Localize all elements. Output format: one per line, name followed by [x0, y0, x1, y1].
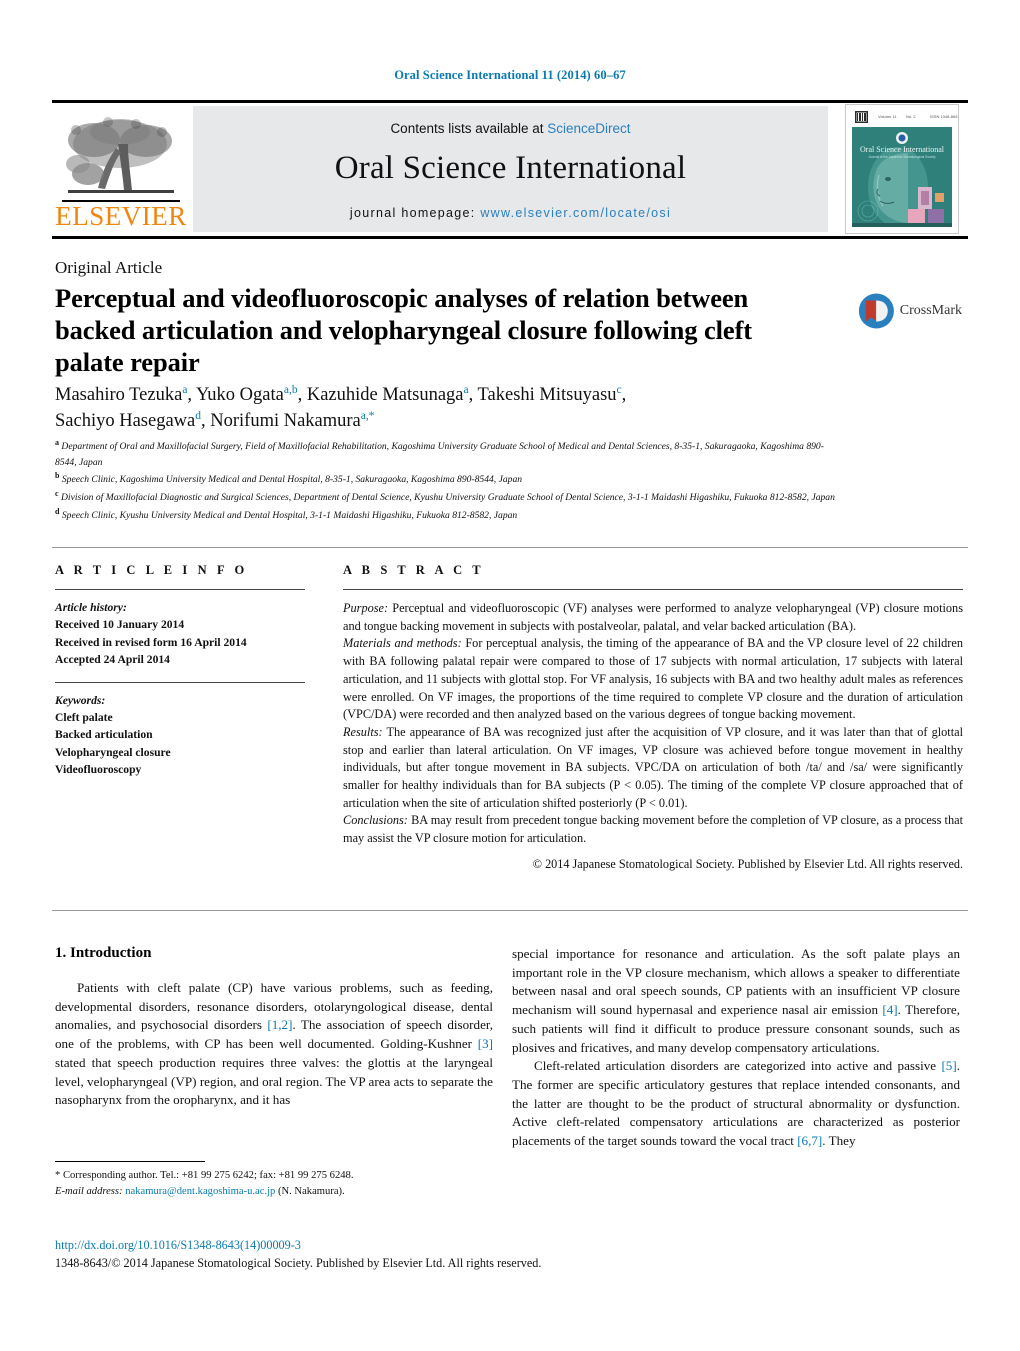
affiliation-item: b Speech Clinic, Kagoshima University Me… — [55, 470, 845, 488]
affiliation-text: Division of Maxillofacial Diagnostic and… — [60, 492, 835, 504]
affiliation-text: Speech Clinic, Kyushu University Medical… — [61, 509, 518, 521]
section-heading-introduction: 1. Introduction — [55, 945, 152, 961]
masthead-top-rule — [52, 100, 968, 103]
corresponding-author-footnote: * Corresponding author. Tel.: +81 99 275… — [55, 1168, 495, 1200]
abstract-rule — [343, 589, 963, 590]
article-type-label: Original Article — [55, 258, 163, 277]
doi-link[interactable]: http://dx.doi.org/10.1016/S1348-8643(14)… — [55, 1238, 301, 1253]
abstract-column: A B S T R A C T Purpose: Perceptual and … — [343, 563, 963, 873]
affiliation-label: b — [55, 471, 60, 481]
email-link[interactable]: nakamura@dent.kagoshima-u.ac.jp — [125, 1186, 275, 1197]
issn-copyright-line: 1348-8643/© 2014 Japanese Stomatological… — [55, 1256, 542, 1270]
svg-text:Volume 11: Volume 11 — [878, 114, 897, 119]
keyword-item: Velopharyngeal closure — [55, 745, 171, 759]
email-suffix: (N. Nakamura). — [275, 1185, 345, 1197]
corresponding-text: Corresponding author. Tel.: +81 99 275 6… — [60, 1170, 354, 1181]
journal-homepage-line: journal homepage: www.elsevier.com/locat… — [350, 206, 671, 220]
affiliation-text: Department of Oral and Maxillofacial Sur… — [55, 441, 824, 468]
article-info-heading: A R T I C L E I N F O — [55, 563, 248, 577]
corresponding-author-line: * Corresponding author. Tel.: +81 99 275… — [55, 1168, 495, 1184]
affiliation-list: a Department of Oral and Maxillofacial S… — [55, 437, 845, 523]
sciencedirect-link[interactable]: ScienceDirect — [547, 121, 630, 136]
abstract-methods: Materials and methods: For perceptual an… — [343, 635, 963, 724]
article-info-column: A R T I C L E I N F O Article history: R… — [55, 563, 305, 779]
abstract-conclusions-label: Conclusions: — [343, 813, 408, 828]
abstract-methods-label: Materials and methods: — [343, 636, 462, 651]
affiliation-label: c — [55, 488, 59, 498]
affiliation-label: d — [55, 506, 60, 516]
article-history-item: Received 10 January 2014 — [55, 618, 185, 632]
contents-prefix: Contents lists available at — [390, 120, 548, 136]
info-section-top-rule — [52, 547, 968, 548]
affiliation-item: d Speech Clinic, Kyushu University Medic… — [55, 506, 845, 524]
elsevier-logo: ELSEVIER — [55, 108, 187, 230]
author-list: Masahiro Tezukaa, Yuko Ogataa,b, Kazuhid… — [55, 382, 815, 435]
body-section-top-rule — [52, 910, 968, 911]
citation-ref[interactable]: [3] — [478, 1036, 493, 1051]
abstract-results-text: The appearance of BA was recognized just… — [343, 724, 963, 810]
crossmark-icon — [858, 293, 894, 329]
body-column-right: special importance for resonance and art… — [512, 945, 960, 1151]
body-column-left: 1. Introduction Patients with cleft pala… — [55, 945, 493, 1110]
email-line: E-mail address: nakamura@dent.kagoshima-… — [55, 1184, 495, 1200]
abstract-purpose: Purpose: Perceptual and videofluoroscopi… — [343, 600, 963, 635]
abstract-results-label: Results: — [343, 724, 383, 739]
svg-text:Oral Science International: Oral Science International — [860, 145, 945, 154]
journal-title: Oral Science International — [334, 149, 687, 186]
elsevier-wordmark: ELSEVIER — [55, 201, 187, 231]
abstract-heading: A B S T R A C T — [343, 563, 485, 577]
journal-masthead-band: Contents lists available at ScienceDirec… — [193, 106, 828, 232]
affiliation-item: a Department of Oral and Maxillofacial S… — [55, 437, 845, 470]
contents-available-line: Contents lists available at ScienceDirec… — [390, 121, 630, 136]
abstract-copyright: © 2014 Japanese Stomatological Society. … — [532, 856, 963, 871]
masthead-bottom-rule — [52, 236, 968, 239]
authors-line-2: Sachiyo Hasegawad, Norifumi Nakamuraa,* — [55, 410, 375, 432]
keywords-block: Keywords: Cleft palate Backed articulati… — [55, 692, 305, 779]
crossmark-label: CrossMark — [899, 303, 962, 318]
abstract-conclusions-text: BA may result from precedent tongue back… — [343, 813, 963, 846]
article-history-item: Accepted 24 April 2014 — [55, 653, 170, 667]
article-history-label: Article history: — [55, 601, 127, 614]
body-paragraph: special importance for resonance and art… — [512, 945, 960, 1057]
citation-ref[interactable]: [4] — [882, 1002, 897, 1017]
affiliation-label: a — [55, 438, 59, 447]
elsevier-tree-icon — [58, 114, 184, 202]
body-text: . They — [822, 1133, 856, 1149]
abstract-results: Results: The appearance of BA was recogn… — [343, 724, 963, 813]
svg-text:No. 2: No. 2 — [906, 114, 916, 119]
homepage-prefix: journal homepage: — [349, 205, 481, 220]
body-paragraph: Patients with cleft palate (CP) have var… — [55, 979, 493, 1110]
keywords-label: Keywords: — [55, 693, 106, 707]
keywords-rule — [55, 681, 305, 683]
svg-text:Journal of the Japanese Stomat: Journal of the Japanese Stomatological S… — [868, 155, 936, 159]
homepage-link[interactable]: www.elsevier.com/locate/osi — [480, 206, 671, 220]
article-title: Perceptual and videofluoroscopic analyse… — [55, 283, 753, 377]
article-info-rule — [55, 589, 305, 590]
body-text: Cleft-related articulation disorders are… — [534, 1058, 942, 1074]
svg-text:ISSN 1348-8643: ISSN 1348-8643 — [930, 114, 958, 119]
citation-ref[interactable]: [5] — [941, 1058, 956, 1073]
journal-cover-thumbnail: Volume 11 No. 2 ISSN 1348-8643 Oral Scie… — [845, 104, 959, 234]
article-history-block: Article history: Received 10 January 201… — [55, 599, 305, 669]
crossmark-badge[interactable]: CrossMark — [858, 280, 962, 342]
authors-line-1: Masahiro Tezukaa, Yuko Ogataa,b, Kazuhid… — [55, 384, 627, 406]
body-text: stated that speech production requires t… — [55, 1054, 493, 1108]
paper-page: Oral Science International 11 (2014) 60–… — [0, 0, 1020, 1351]
abstract-purpose-text: Perceptual and videofluoroscopic (VF) an… — [343, 601, 963, 633]
affiliation-text: Speech Clinic, Kagoshima University Medi… — [61, 474, 523, 486]
article-history-item: Received in revised form 16 April 2014 — [55, 635, 247, 649]
keyword-item: Videofluoroscopy — [55, 763, 142, 777]
keyword-item: Cleft palate — [55, 710, 113, 724]
body-paragraph: Cleft-related articulation disorders are… — [512, 1057, 960, 1151]
abstract-purpose-label: Purpose: — [343, 601, 389, 615]
abstract-conclusions: Conclusions: BA may result from preceden… — [343, 812, 963, 847]
running-head: Oral Science International 11 (2014) 60–… — [394, 68, 626, 82]
footnote-rule — [55, 1161, 205, 1162]
abstract-body: Purpose: Perceptual and videofluoroscopi… — [343, 600, 963, 873]
keyword-item: Backed articulation — [55, 728, 153, 742]
citation-ref[interactable]: [6,7] — [797, 1133, 822, 1148]
affiliation-item: c Division of Maxillofacial Diagnostic a… — [55, 488, 845, 506]
citation-ref[interactable]: [1,2] — [267, 1017, 292, 1032]
email-label: E-mail address: — [55, 1185, 123, 1197]
